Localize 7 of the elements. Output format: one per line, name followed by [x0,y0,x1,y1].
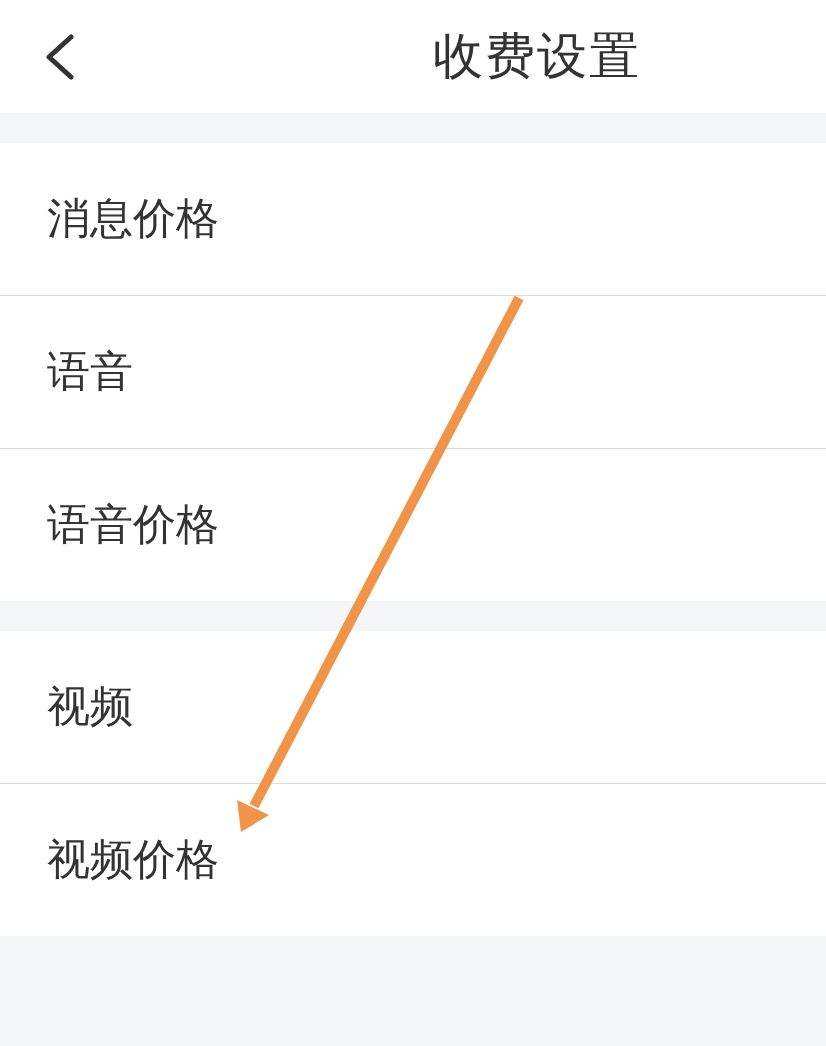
settings-row[interactable]: 语音 [0,296,826,448]
page-title: 收费设置 [433,26,641,87]
settings-row[interactable]: 视频价格 [0,784,826,936]
settings-row[interactable]: 语音价格 [0,449,826,601]
back-chevron-icon [45,33,75,80]
settings-row[interactable]: 消息价格 [0,143,826,295]
settings-row[interactable]: 视频 [0,631,826,783]
